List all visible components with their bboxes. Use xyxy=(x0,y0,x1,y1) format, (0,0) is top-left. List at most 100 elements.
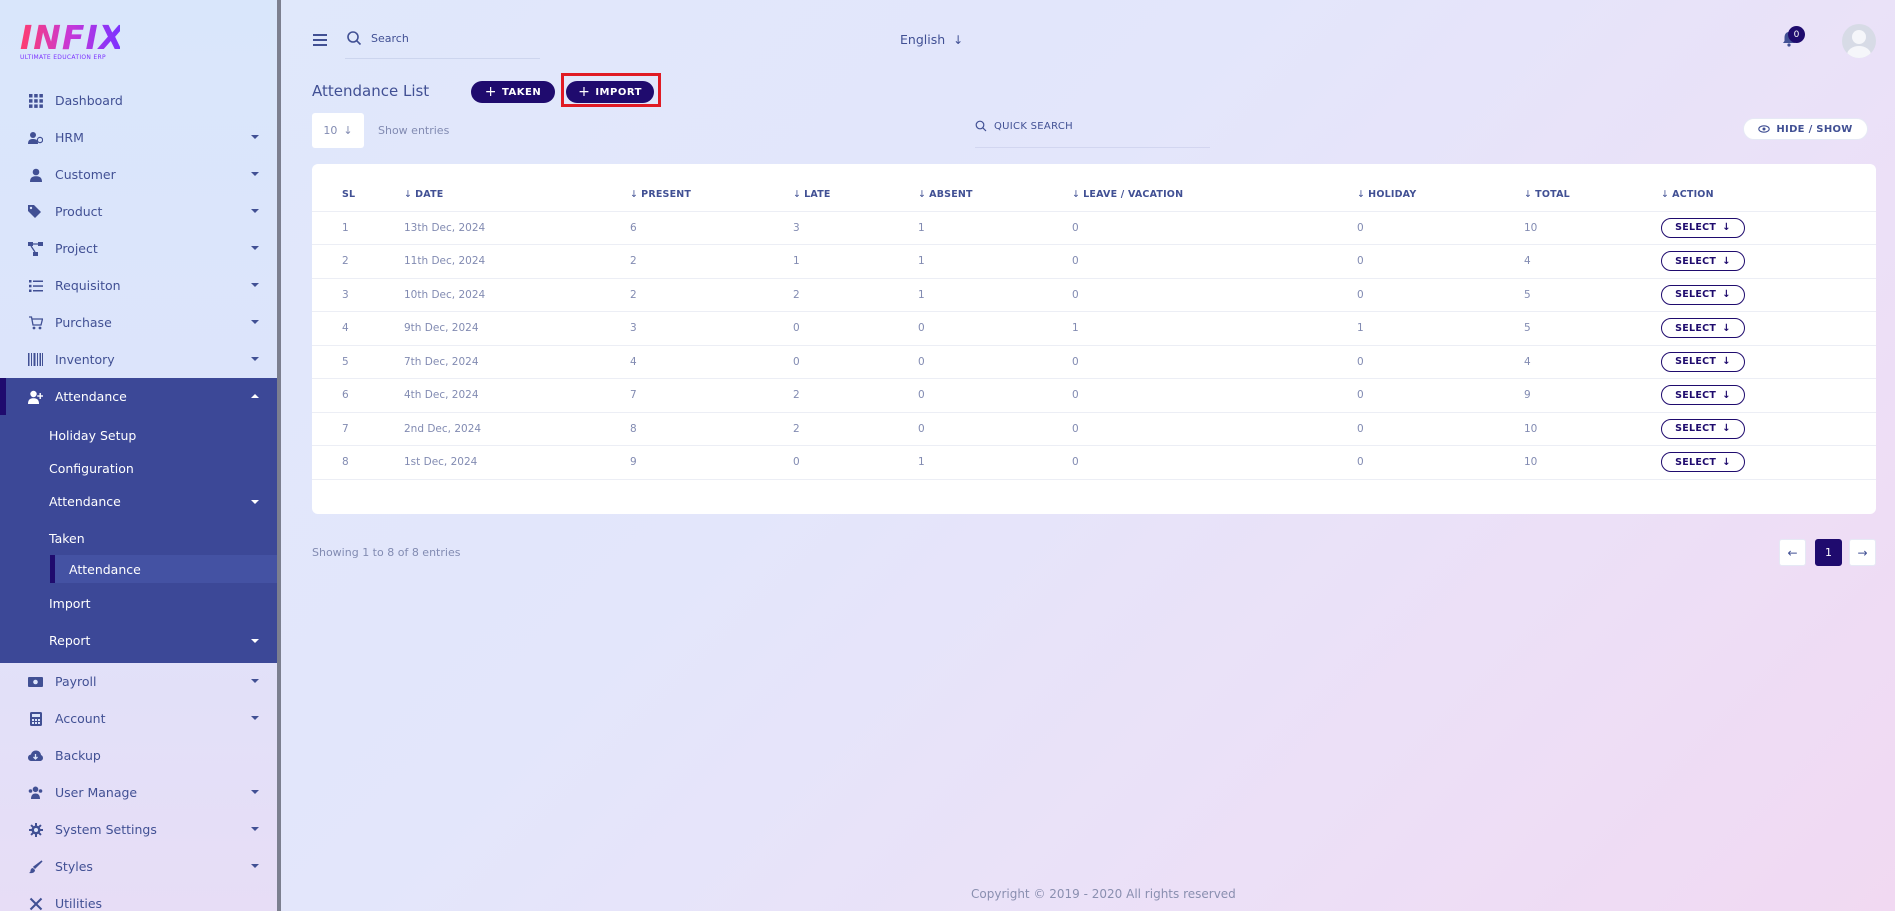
submenu-attendance-active[interactable]: Attendance xyxy=(50,555,277,583)
plus-icon: + xyxy=(484,84,497,100)
arrow-down-icon: ↓ xyxy=(1722,289,1731,301)
select-action-button[interactable]: SELECT ↓ xyxy=(1661,318,1745,339)
col-absent[interactable]: ↓ ABSENT xyxy=(918,178,1072,212)
sidebar-item-purchase[interactable]: Purchase xyxy=(0,304,277,341)
select-action-button[interactable]: SELECT ↓ xyxy=(1661,251,1745,272)
submenu-configuration[interactable]: Configuration xyxy=(0,452,277,485)
show-entries-label: Show entries xyxy=(378,124,450,137)
cell-absent: 0 xyxy=(918,345,1072,379)
select-label: SELECT xyxy=(1675,456,1717,468)
taken-button[interactable]: + TAKEN xyxy=(471,81,555,103)
cell-absent: 0 xyxy=(918,378,1072,413)
select-action-button[interactable]: SELECT ↓ xyxy=(1661,452,1745,473)
select-action-button[interactable]: SELECT ↓ xyxy=(1661,351,1745,372)
caret-down-icon xyxy=(251,209,259,213)
avatar[interactable] xyxy=(1842,24,1876,58)
sidebar-item-system-settings[interactable]: System Settings xyxy=(0,811,277,848)
sidebar-item-hrm[interactable]: HRM xyxy=(0,119,277,156)
cell-late: 3 xyxy=(793,211,918,245)
col-label: DATE xyxy=(415,188,444,200)
cell-absent: 1 xyxy=(918,211,1072,245)
eye-icon xyxy=(1758,125,1771,133)
select-action-button[interactable]: SELECT ↓ xyxy=(1661,418,1745,439)
submenu-taken[interactable]: Taken xyxy=(0,522,277,555)
sidebar-item-label: Dashboard xyxy=(55,93,123,108)
caret-down-icon xyxy=(251,320,259,324)
sidebar-item-user-manage[interactable]: User Manage xyxy=(0,774,277,811)
sidebar-item-styles[interactable]: Styles xyxy=(0,848,277,885)
table-row: 5 7th Dec, 2024 4 0 0 0 0 4 SELECT ↓ xyxy=(312,345,1876,379)
showing-entries-info: Showing 1 to 8 of 8 entries xyxy=(312,546,461,559)
menu-toggle-icon[interactable] xyxy=(313,34,327,46)
taken-label: TAKEN xyxy=(502,86,542,98)
arrow-down-icon: ↓ xyxy=(1722,255,1731,267)
cell-late: 0 xyxy=(793,445,918,480)
col-holiday[interactable]: ↓ HOLIDAY xyxy=(1357,178,1524,212)
search-input[interactable] xyxy=(371,24,531,52)
col-date[interactable]: ↓ DATE xyxy=(404,178,630,212)
sidebar-item-customer[interactable]: Customer xyxy=(0,156,277,193)
select-action-button[interactable]: SELECT ↓ xyxy=(1661,217,1745,238)
sidebar-item-product[interactable]: Product xyxy=(0,193,277,230)
table-row: 6 4th Dec, 2024 7 2 0 0 0 9 SELECT ↓ xyxy=(312,378,1876,413)
cell-date: 7th Dec, 2024 xyxy=(404,345,630,379)
table-row: 2 11th Dec, 2024 2 1 1 0 0 4 SELECT ↓ xyxy=(312,244,1876,279)
sidebar-item-requisiton[interactable]: Requisiton xyxy=(0,267,277,304)
pagination-page-1[interactable]: 1 xyxy=(1815,539,1842,566)
pagination-prev-button[interactable]: ← xyxy=(1779,539,1806,566)
col-present[interactable]: ↓ PRESENT xyxy=(630,178,793,212)
sidebar-item-label: Utilities xyxy=(55,896,103,911)
user-plus-icon xyxy=(28,389,43,404)
cell-date: 13th Dec, 2024 xyxy=(404,211,630,245)
select-action-button[interactable]: SELECT ↓ xyxy=(1661,385,1745,406)
cell-late: 0 xyxy=(793,311,918,346)
sidebar: INFIX ULTIMATE EDUCATION ERP Dashboard HR… xyxy=(0,0,281,911)
hide-show-button[interactable]: HIDE / SHOW xyxy=(1743,118,1868,140)
col-action[interactable]: ↓ ACTION xyxy=(1661,178,1876,212)
sort-arrow-icon: ↓ xyxy=(1524,188,1533,200)
page-title: Attendance List xyxy=(312,82,430,100)
cell-action: SELECT ↓ xyxy=(1661,278,1876,312)
cell-action: SELECT ↓ xyxy=(1661,378,1876,413)
col-leave-vacation[interactable]: ↓ LEAVE / VACATION xyxy=(1072,178,1357,212)
language-selector[interactable]: English ↓ xyxy=(900,32,963,47)
sidebar-item-project[interactable]: Project xyxy=(0,230,277,267)
submenu-import[interactable]: Import xyxy=(0,587,277,620)
sidebar-item-account[interactable]: Account xyxy=(0,700,277,737)
sidebar-item-label: Backup xyxy=(55,748,101,763)
col-total[interactable]: ↓ TOTAL xyxy=(1524,178,1661,212)
submenu-attendance[interactable]: Attendance xyxy=(0,485,277,518)
quick-search[interactable]: QUICK SEARCH xyxy=(975,120,1073,132)
cell-action: SELECT ↓ xyxy=(1661,244,1876,279)
select-action-button[interactable]: SELECT ↓ xyxy=(1661,284,1745,305)
submenu-holiday-setup[interactable]: Holiday Setup xyxy=(0,419,277,452)
col-late[interactable]: ↓ LATE xyxy=(793,178,918,212)
sidebar-item-backup[interactable]: Backup xyxy=(0,737,277,774)
submenu-label: Report xyxy=(49,633,91,648)
entries-select[interactable]: 10 ↓ xyxy=(312,113,364,148)
caret-down-icon xyxy=(251,283,259,287)
logo[interactable]: INFIX ULTIMATE EDUCATION ERP xyxy=(20,18,126,65)
cell-total: 10 xyxy=(1524,412,1661,446)
copyright-text: Copyright © 2019 - 2020 All rights reser… xyxy=(971,887,1236,901)
attendance-table: SL ↓ DATE ↓ PRESENT ↓ LATE ↓ ABSENT ↓ LEAVE /… xyxy=(312,178,1876,480)
pagination-next-button[interactable]: → xyxy=(1849,539,1876,566)
col-label: ABSENT xyxy=(929,188,973,200)
sidebar-item-dashboard[interactable]: Dashboard xyxy=(0,82,277,119)
caret-down-icon xyxy=(251,790,259,794)
sidebar-item-attendance[interactable]: Attendance xyxy=(0,378,277,415)
sidebar-item-payroll[interactable]: Payroll xyxy=(0,663,277,700)
users-cog-icon xyxy=(28,130,43,145)
cell-action: SELECT ↓ xyxy=(1661,211,1876,245)
sidebar-item-inventory[interactable]: Inventory xyxy=(0,341,277,378)
submenu-report[interactable]: Report xyxy=(0,624,277,657)
logo-text: INFIX xyxy=(20,18,126,57)
submenu-label: Attendance xyxy=(49,494,121,509)
cell-holiday: 0 xyxy=(1357,278,1524,312)
submenu-label: Attendance xyxy=(69,561,141,577)
col-sl[interactable]: SL xyxy=(312,178,404,212)
cell-absent: 1 xyxy=(918,445,1072,480)
sidebar-item-utilities[interactable]: Utilities xyxy=(0,885,277,911)
submenu-label: Holiday Setup xyxy=(49,428,137,443)
cell-late: 1 xyxy=(793,244,918,279)
